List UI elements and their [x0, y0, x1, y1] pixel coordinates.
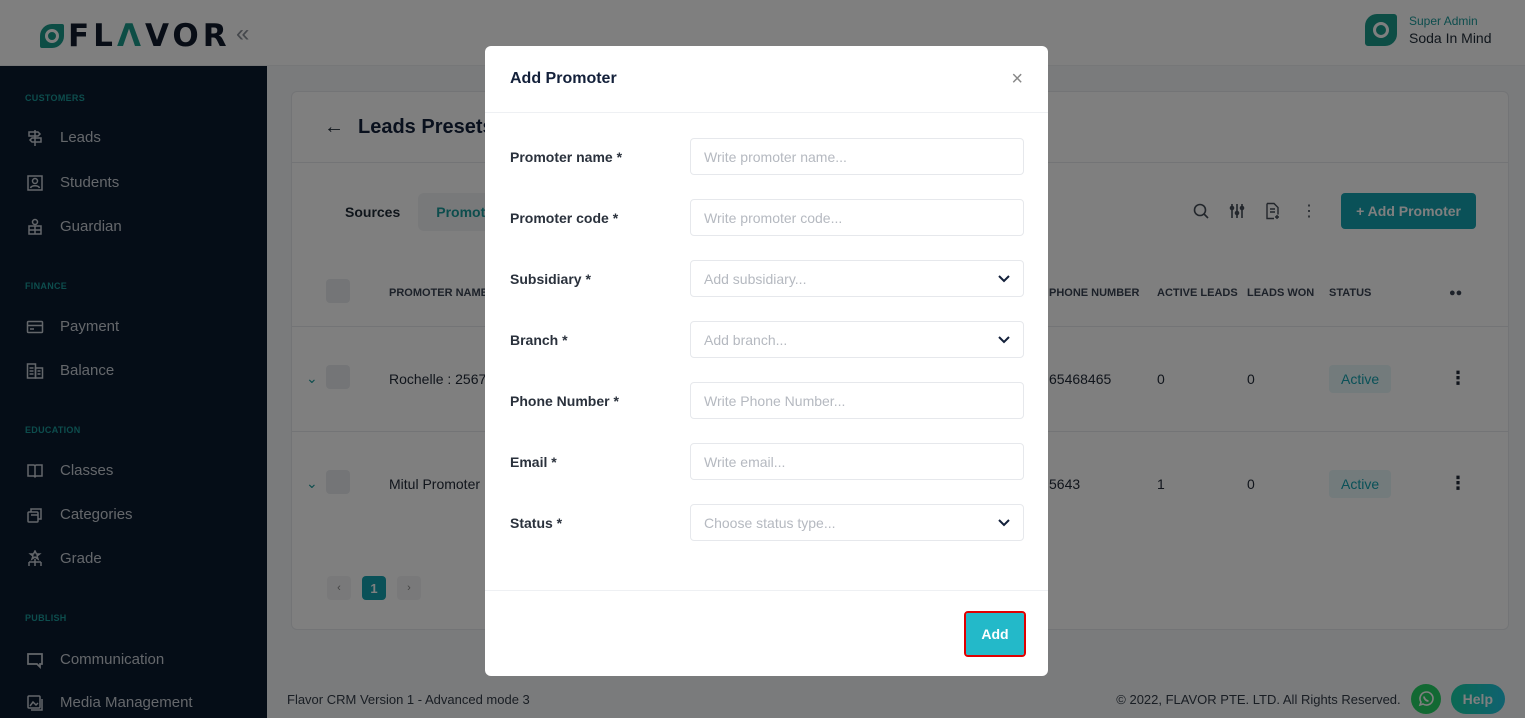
email-input[interactable] [690, 443, 1024, 480]
email-label: Email * [510, 453, 557, 470]
add-promoter-modal: Add Promoter × Promoter name * Promoter … [485, 46, 1048, 676]
status-placeholder: Choose status type... [704, 514, 836, 531]
branch-select[interactable]: Add branch... [690, 321, 1024, 358]
modal-title: Add Promoter [510, 70, 617, 87]
promoter-code-input[interactable] [690, 199, 1024, 236]
chevron-down-icon [998, 272, 1010, 286]
email-row: Email * [510, 443, 1024, 480]
subsidiary-select[interactable]: Add subsidiary... [690, 260, 1024, 297]
phone-number-row: Phone Number * [510, 382, 1024, 419]
promoter-code-label: Promoter code * [510, 209, 619, 226]
promoter-name-label: Promoter name * [510, 148, 623, 165]
promoter-code-row: Promoter code * [510, 199, 1024, 236]
branch-row: Branch * Add branch... [510, 321, 1024, 358]
branch-placeholder: Add branch... [704, 331, 788, 348]
chevron-down-icon [998, 333, 1010, 347]
subsidiary-label: Subsidiary * [510, 270, 591, 287]
subsidiary-placeholder: Add subsidiary... [704, 270, 807, 287]
modal-footer: Add [485, 590, 1048, 676]
chevron-down-icon [998, 516, 1010, 530]
promoter-name-row: Promoter name * [510, 138, 1024, 175]
status-row: Status * Choose status type... [510, 504, 1024, 541]
status-select[interactable]: Choose status type... [690, 504, 1024, 541]
phone-number-label: Phone Number * [510, 392, 619, 409]
close-icon[interactable]: × [1011, 68, 1023, 91]
phone-number-input[interactable] [690, 382, 1024, 419]
subsidiary-row: Subsidiary * Add subsidiary... [510, 260, 1024, 297]
branch-label: Branch * [510, 331, 568, 348]
promoter-name-input[interactable] [690, 138, 1024, 175]
status-label: Status * [510, 514, 563, 531]
add-button[interactable]: Add [964, 611, 1026, 657]
